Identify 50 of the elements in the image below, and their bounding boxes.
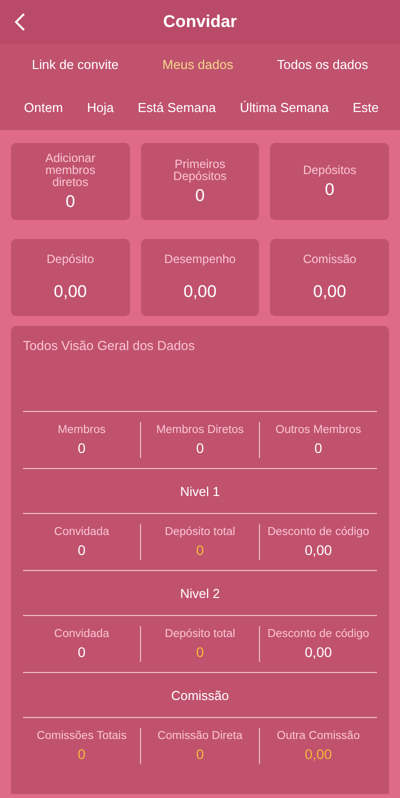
stat-value: 0 bbox=[314, 440, 322, 456]
stat-value: 0,00 bbox=[313, 282, 346, 302]
stat-value: 0 bbox=[324, 180, 334, 200]
stat-label: Comissão bbox=[302, 252, 356, 265]
stat-value: 0 bbox=[196, 542, 204, 558]
back-icon[interactable] bbox=[14, 12, 26, 32]
tab[interactable]: Todos os dados bbox=[277, 56, 368, 72]
period-tab[interactable]: Ontem bbox=[24, 100, 64, 114]
stat-label: Depósito bbox=[46, 252, 94, 265]
tab[interactable]: Link de convite bbox=[32, 56, 119, 72]
stat-value: 0,00 bbox=[304, 644, 332, 660]
stat-label: Outros Membros bbox=[276, 424, 362, 436]
stat-label: Depósito total bbox=[164, 526, 236, 538]
stat-label: Depósito total bbox=[164, 628, 236, 640]
stat-value: 0 bbox=[196, 440, 204, 456]
stat-label: Desempenho bbox=[164, 252, 236, 265]
section-heading: Comissão bbox=[171, 688, 229, 702]
stat-label: Desconto de código bbox=[267, 526, 370, 538]
stat-value: 0,00 bbox=[304, 746, 332, 762]
stat-label: Adicionar membros diretos bbox=[44, 152, 96, 188]
stat-value: 0 bbox=[78, 542, 86, 558]
section-heading: Nivel 2 bbox=[180, 586, 220, 600]
period-tab[interactable]: Este bbox=[352, 100, 379, 114]
stat-value: 0 bbox=[66, 192, 76, 212]
stat-value: 0 bbox=[195, 186, 205, 206]
stat-value: 0 bbox=[196, 644, 204, 660]
period-tab[interactable]: Hoja bbox=[87, 100, 114, 114]
period-tab[interactable]: Está Semana bbox=[138, 100, 216, 114]
stat-label: Membros Diretos bbox=[156, 424, 244, 436]
stat-label: Comissões Totais bbox=[36, 730, 127, 742]
stat-label: Primeiros Depósitos bbox=[172, 158, 228, 182]
stat-value: 0,00 bbox=[183, 282, 217, 302]
stat-label: Depósitos bbox=[302, 164, 356, 176]
stat-value: 0 bbox=[78, 746, 86, 762]
stat-label: Outra Comissão bbox=[276, 730, 360, 742]
stat-value: 0 bbox=[196, 746, 204, 762]
stat-value: 0 bbox=[78, 440, 86, 456]
tab[interactable]: Meus dados bbox=[162, 56, 234, 72]
stat-value: 0 bbox=[78, 644, 86, 660]
stat-value: 0,00 bbox=[54, 282, 87, 302]
stat-label: Desconto de código bbox=[267, 628, 370, 640]
period-tab[interactable]: Última Semana bbox=[240, 100, 329, 114]
section-heading: Nivel 1 bbox=[180, 484, 220, 498]
stat-label: Comissão Direta bbox=[157, 730, 242, 742]
stat-label: Membros bbox=[58, 424, 106, 436]
stat-label: Convidada bbox=[54, 628, 110, 640]
stat-label: Convidada bbox=[54, 526, 110, 538]
stat-value: 0,00 bbox=[304, 542, 332, 558]
overview-title: Todos Visão Geral dos Dados bbox=[23, 338, 196, 353]
page-title: Convidar bbox=[163, 12, 237, 32]
